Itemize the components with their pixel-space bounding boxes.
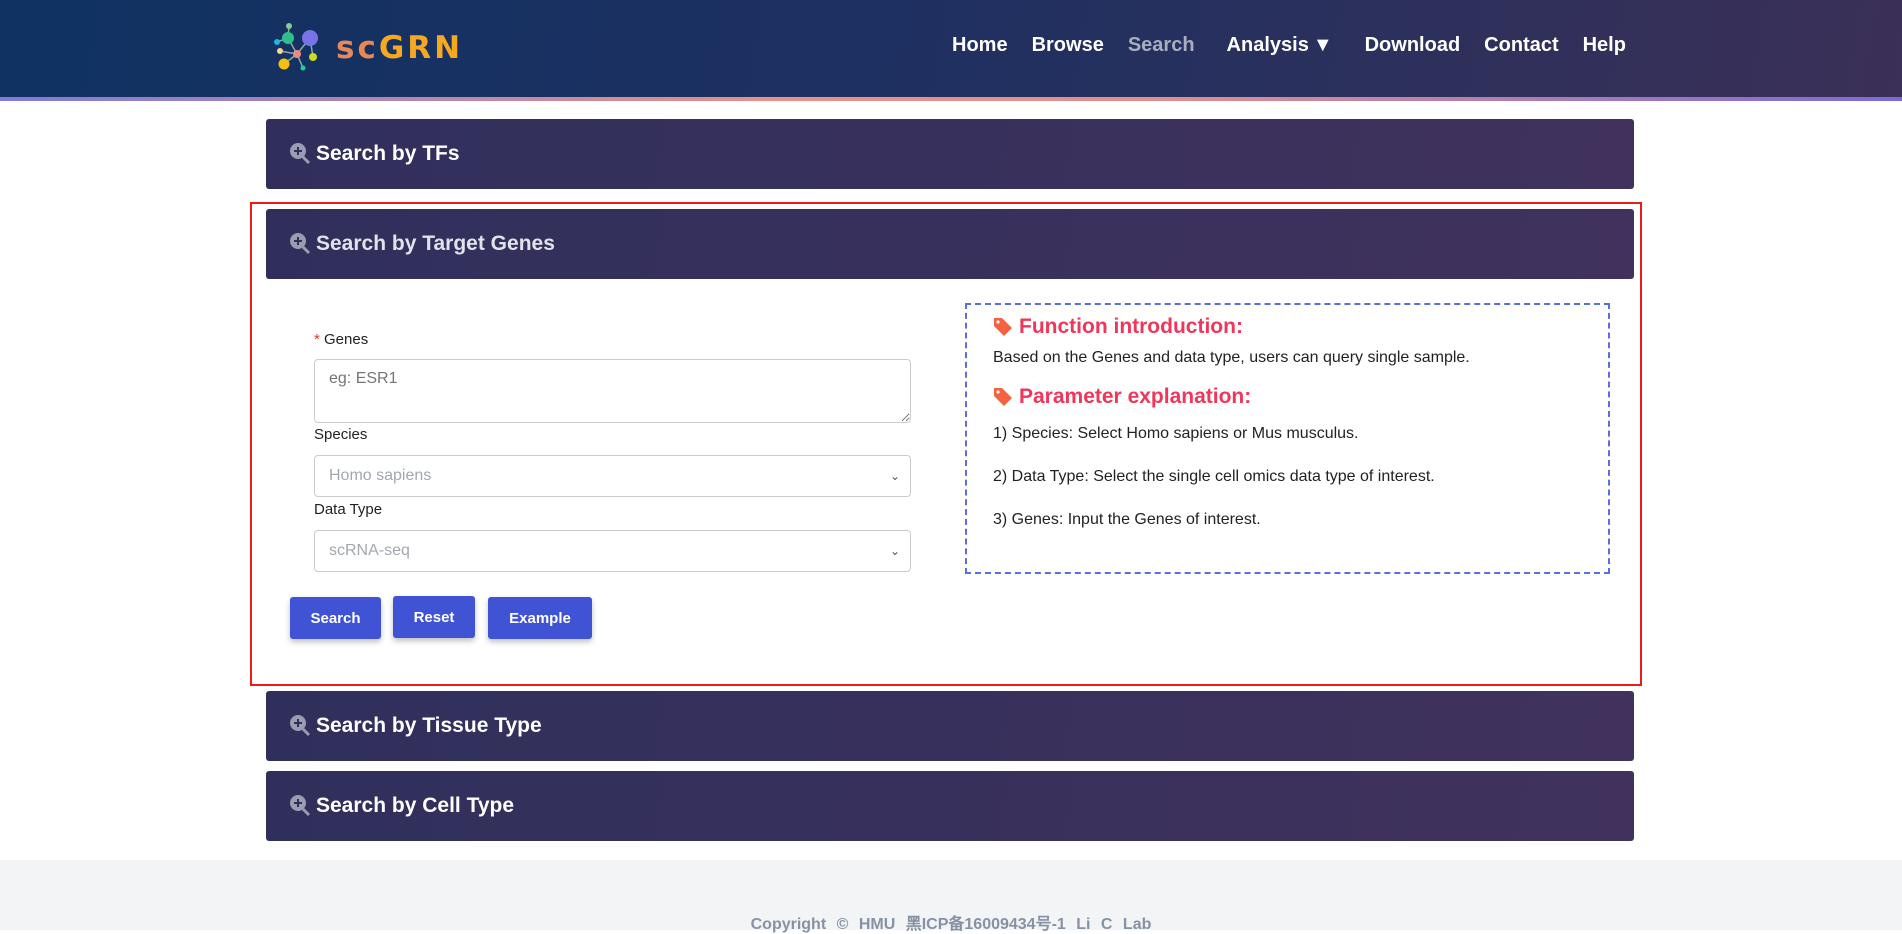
zoom-in-icon — [290, 233, 311, 255]
datatype-select[interactable]: scRNA-seq ⌄ — [314, 530, 911, 572]
chevron-down-icon: ⌄ — [889, 544, 900, 558]
nav-analysis[interactable]: Analysis ▼ — [1227, 34, 1333, 57]
nav-contact[interactable]: Contact — [1484, 34, 1558, 57]
param-item: 2) Data Type: Select the single cell omi… — [993, 468, 1435, 485]
panel-search-by-cell-type[interactable]: Search by Cell Type — [266, 771, 1634, 841]
zoom-in-icon — [290, 143, 311, 165]
search-button[interactable]: Search — [290, 597, 381, 639]
logo[interactable]: scGRN — [272, 20, 463, 76]
species-select[interactable]: Homo sapiens ⌄ — [314, 455, 911, 497]
info-box: Function introduction: Based on the Gene… — [965, 303, 1610, 574]
zoom-in-icon — [290, 795, 311, 817]
panel-search-by-tissue-type[interactable]: Search by Tissue Type — [266, 691, 1634, 761]
function-intro-text: Based on the Genes and data type, users … — [993, 349, 1470, 366]
panel-search-by-target-genes[interactable]: Search by Target Genes — [266, 209, 1634, 279]
example-button[interactable]: Example — [488, 597, 592, 639]
nav-download[interactable]: Download — [1365, 34, 1461, 57]
nav-home[interactable]: Home — [952, 34, 1008, 57]
network-logo-icon — [274, 23, 318, 71]
tag-icon — [994, 388, 1012, 406]
zoom-in-icon — [290, 715, 311, 737]
function-intro-heading: Function introduction: — [993, 315, 1582, 339]
caret-down-icon: ▼ — [1312, 34, 1333, 57]
genes-label: * Genes — [314, 331, 369, 348]
copyright-text: Copyright © HMU 黑ICP备16009434号-1 Li C La… — [750, 916, 1152, 933]
datatype-label: Data Type — [314, 501, 383, 518]
nav-browse[interactable]: Browse — [1032, 34, 1104, 57]
navbar-accent-line — [0, 97, 1902, 101]
param-item: 3) Genes: Input the Genes of interest. — [993, 511, 1261, 528]
parameter-heading: Parameter explanation: — [993, 385, 1582, 409]
nav-search[interactable]: Search — [1128, 34, 1195, 57]
nav-help[interactable]: Help — [1583, 34, 1626, 57]
main-menu: Home Browse Search Analysis ▼ Download Co… — [952, 34, 1650, 57]
param-item: 1) Species: Select Homo sapiens or Mus m… — [993, 425, 1359, 442]
chevron-down-icon: ⌄ — [889, 469, 900, 483]
genes-input[interactable] — [314, 359, 911, 423]
species-label: Species — [314, 426, 368, 443]
navbar: scGRN Home Browse Search Analysis ▼ Downl… — [0, 0, 1902, 97]
reset-button[interactable]: Reset — [393, 596, 475, 638]
tag-icon — [994, 318, 1012, 336]
panel-search-by-tfs[interactable]: Search by TFs — [266, 119, 1634, 189]
footer: Copyright © HMU 黑ICP备16009434号-1 Li C La… — [0, 860, 1902, 933]
brand-name: scGRN — [336, 30, 464, 66]
